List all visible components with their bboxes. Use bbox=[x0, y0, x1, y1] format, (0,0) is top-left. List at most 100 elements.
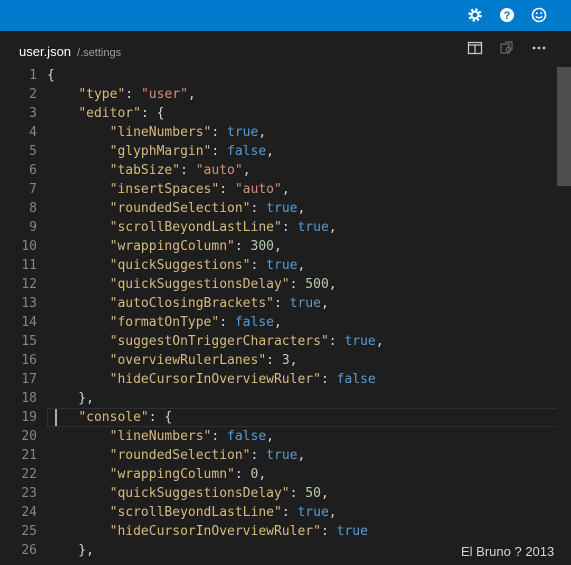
token-key: "type" bbox=[78, 87, 126, 102]
line-number: 19 bbox=[21, 410, 37, 425]
open-changes-graphic bbox=[500, 41, 513, 54]
line-number: 8 bbox=[29, 201, 37, 216]
gear-icon-graphic bbox=[468, 8, 482, 22]
code-text: "wrappingColumn": 0, bbox=[47, 465, 267, 484]
split-editor-icon[interactable] bbox=[466, 40, 484, 58]
token-punc: , bbox=[328, 505, 337, 520]
code-line[interactable]: 17 "hideCursorInOverviewRuler": false bbox=[0, 370, 560, 389]
code-line[interactable]: 24 "scrollBeyondLastLine": true, bbox=[0, 503, 560, 522]
smiley-icon[interactable] bbox=[530, 7, 548, 25]
token-punc: , bbox=[297, 448, 306, 463]
token-key: "roundedSelection" bbox=[109, 448, 251, 463]
code-text: "quickSuggestionsDelay": 500, bbox=[47, 275, 337, 294]
code-line[interactable]: 12 "quickSuggestionsDelay": 500, bbox=[0, 275, 560, 294]
token-punc: }, bbox=[47, 543, 94, 558]
token-key: "console" bbox=[78, 410, 149, 425]
token-punc: , bbox=[328, 220, 337, 235]
code-text: "formatOnType": false, bbox=[47, 313, 282, 332]
token-punc bbox=[47, 106, 78, 121]
code-line[interactable]: 14 "formatOnType": false, bbox=[0, 313, 560, 332]
token-punc: , bbox=[320, 486, 329, 501]
code-line[interactable]: 23 "quickSuggestionsDelay": 50, bbox=[0, 484, 560, 503]
token-punc: : bbox=[125, 87, 141, 102]
title-bar: ? bbox=[0, 0, 571, 31]
token-punc: , bbox=[274, 239, 282, 254]
token-bool: true bbox=[266, 201, 298, 216]
token-punc: : bbox=[320, 372, 337, 387]
line-number: 23 bbox=[21, 486, 37, 501]
token-key: "roundedSelection" bbox=[109, 201, 251, 216]
help-icon-graphic: ? bbox=[500, 8, 514, 22]
code-text: "hideCursorInOverviewRuler": false bbox=[47, 370, 376, 389]
token-punc: }, bbox=[47, 391, 94, 406]
token-punc bbox=[47, 277, 110, 292]
token-key: "scrollBeyondLastLine" bbox=[109, 505, 282, 520]
code-line[interactable]: 16 "overviewRulerLanes": 3, bbox=[0, 351, 560, 370]
code-editor[interactable]: 1{2 "type": "user", 3 "editor": {4 "lineN… bbox=[0, 66, 571, 565]
code-text: }, bbox=[47, 389, 94, 408]
code-line[interactable]: 15 "suggestOnTriggerCharacters": true, bbox=[0, 332, 560, 351]
token-punc bbox=[47, 125, 110, 140]
code-line[interactable]: 19 "console": { bbox=[0, 408, 560, 427]
code-line[interactable]: 18 }, bbox=[0, 389, 560, 408]
token-bool: true bbox=[289, 296, 321, 311]
gear-icon[interactable] bbox=[466, 7, 484, 25]
code-line[interactable]: 22 "wrappingColumn": 0, bbox=[0, 465, 560, 484]
code-line[interactable]: 5 "glyphMargin": false, bbox=[0, 142, 560, 161]
token-str: "user" bbox=[140, 87, 188, 102]
file-title[interactable]: user.json /.settings bbox=[19, 44, 121, 59]
token-key: "lineNumbers" bbox=[109, 429, 212, 444]
code-line[interactable]: 20 "lineNumbers": false, bbox=[0, 427, 560, 446]
code-line[interactable]: 10 "wrappingColumn": 300, bbox=[0, 237, 560, 256]
token-punc bbox=[47, 144, 110, 159]
line-number: 13 bbox=[21, 296, 37, 311]
open-changes-icon[interactable] bbox=[498, 40, 516, 58]
code-line[interactable]: 4 "lineNumbers": true, bbox=[0, 123, 560, 142]
token-punc: , bbox=[281, 182, 290, 197]
token-bool: false bbox=[227, 429, 267, 444]
token-punc bbox=[47, 429, 110, 444]
code-text: "suggestOnTriggerCharacters": true, bbox=[47, 332, 384, 351]
token-punc bbox=[47, 467, 110, 482]
line-number: 15 bbox=[21, 334, 37, 349]
more-icon[interactable] bbox=[530, 40, 548, 58]
file-name: user.json bbox=[19, 44, 72, 59]
code-text: "hideCursorInOverviewRuler": true bbox=[47, 522, 368, 541]
line-number: 10 bbox=[21, 239, 37, 254]
code-line[interactable]: 9 "scrollBeyondLastLine": true, bbox=[0, 218, 560, 237]
token-punc: : bbox=[328, 334, 345, 349]
token-punc: : bbox=[320, 524, 337, 539]
token-key: "suggestOnTriggerCharacters" bbox=[109, 334, 329, 349]
watermark: El Bruno ? 2013 bbox=[461, 544, 555, 559]
token-punc: : bbox=[211, 144, 228, 159]
token-punc: , bbox=[266, 144, 274, 159]
token-punc: , bbox=[258, 467, 267, 482]
code-line[interactable]: 3 "editor": { bbox=[0, 104, 560, 123]
code-line[interactable]: 2 "type": "user", bbox=[0, 85, 560, 104]
token-punc: : bbox=[250, 448, 267, 463]
help-icon[interactable]: ? bbox=[498, 7, 516, 25]
token-key: "editor" bbox=[78, 106, 141, 121]
code-line[interactable]: 6 "tabSize": "auto", bbox=[0, 161, 560, 180]
line-number: 20 bbox=[21, 429, 37, 444]
line-number: 6 bbox=[29, 163, 37, 178]
code-line[interactable]: 21 "roundedSelection": true, bbox=[0, 446, 560, 465]
token-bool: true bbox=[336, 524, 368, 539]
token-key: "overviewRulerLanes" bbox=[109, 353, 267, 368]
token-punc: : bbox=[281, 505, 298, 520]
scrollbar-thumb[interactable] bbox=[557, 67, 571, 186]
code-text: "autoClosingBrackets": true, bbox=[47, 294, 329, 313]
code-line[interactable]: 1{ bbox=[0, 66, 560, 85]
code-line[interactable]: 11 "quickSuggestions": true, bbox=[0, 256, 560, 275]
code-line[interactable]: 7 "insertSpaces": "auto", bbox=[0, 180, 560, 199]
code-line[interactable]: 8 "roundedSelection": true, bbox=[0, 199, 560, 218]
code-line[interactable]: 13 "autoClosingBrackets": true, bbox=[0, 294, 560, 313]
token-punc: : { bbox=[148, 410, 173, 425]
code-text: "scrollBeyondLastLine": true, bbox=[47, 503, 337, 522]
token-punc: , bbox=[328, 277, 337, 292]
token-key: "tabSize" bbox=[109, 163, 181, 178]
code-text: "overviewRulerLanes": 3, bbox=[47, 351, 298, 370]
code-line[interactable]: 25 "hideCursorInOverviewRuler": true bbox=[0, 522, 560, 541]
code-text: "editor": { bbox=[47, 104, 164, 123]
split-editor-graphic bbox=[467, 41, 483, 55]
